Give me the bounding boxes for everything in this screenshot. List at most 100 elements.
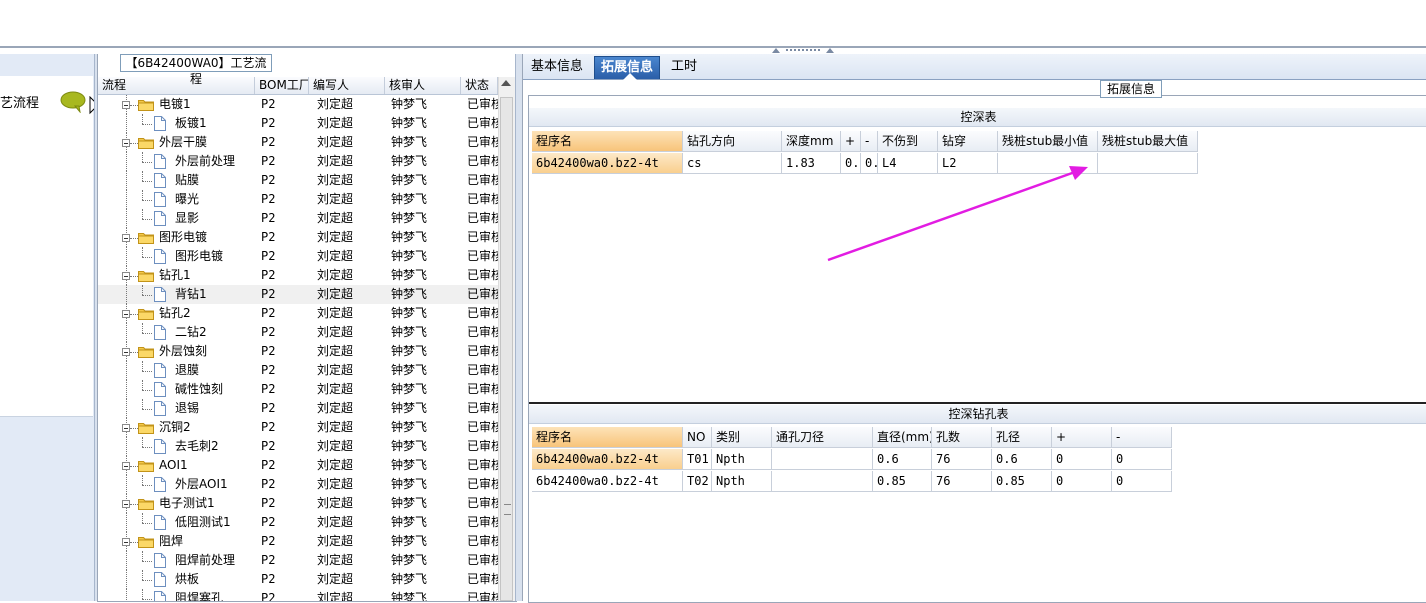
column-header-process[interactable]: 流程 (98, 77, 255, 94)
tree-row[interactable]: 碱性蚀刻 P2 刘定超 钟梦飞 已审核 (98, 380, 498, 399)
cell-minus[interactable]: 0 (1112, 449, 1172, 470)
tree-row[interactable]: 阻焊塞孔 P2 刘定超 钟梦飞 已审核 (98, 589, 498, 601)
column-header-stub-max[interactable]: 残桩stub最大值 (1098, 131, 1198, 152)
horizontal-splitter-grip-icon[interactable] (772, 47, 834, 54)
section-divider[interactable] (529, 402, 1426, 404)
collapse-toggle-icon[interactable] (122, 234, 130, 242)
cell-depth[interactable]: 1.83 (782, 153, 841, 174)
cell-category[interactable]: Npth (712, 471, 772, 492)
tree-row[interactable]: 阻焊前处理 P2 刘定超 钟梦飞 已审核 (98, 551, 498, 570)
cell-no[interactable]: T01 (683, 449, 712, 470)
tree-row[interactable]: 贴膜 P2 刘定超 钟梦飞 已审核 (98, 171, 498, 190)
collapse-toggle-icon[interactable] (122, 310, 130, 318)
tab-work-hours[interactable]: 工时 (665, 56, 703, 78)
column-header-hole-size[interactable]: 孔径 (992, 427, 1052, 448)
collapse-toggle-icon[interactable] (122, 462, 130, 470)
tab-basic-info[interactable]: 基本信息 (525, 56, 589, 78)
tree-row[interactable]: 沉铜2 P2 刘定超 钟梦飞 已审核 (98, 418, 498, 437)
column-header-diameter[interactable]: 直径(mm) (873, 427, 932, 448)
column-header-no[interactable]: NO (683, 427, 712, 448)
cell-no-damage-layer[interactable]: L4 (878, 153, 938, 174)
cell-program-name[interactable]: 6b42400wa0.bz2-4t (532, 471, 683, 492)
column-header-reviewer[interactable]: 核审人 (385, 77, 461, 94)
tree-row[interactable]: 电子测试1 P2 刘定超 钟梦飞 已审核 (98, 494, 498, 513)
bom-factory: P2 (261, 439, 276, 453)
column-header-program-name[interactable]: 程序名 (532, 131, 683, 152)
cell-through-hole-tool-diameter[interactable] (772, 449, 873, 470)
collapse-toggle-icon[interactable] (122, 272, 130, 280)
column-header-status[interactable]: 状态 (461, 77, 498, 94)
collapse-toggle-icon[interactable] (122, 500, 130, 508)
cell-stub-max[interactable] (1098, 153, 1198, 174)
column-header-category[interactable]: 类别 (712, 427, 772, 448)
tree-row[interactable]: 显影 P2 刘定超 钟梦飞 已审核 (98, 209, 498, 228)
tree-row[interactable]: 电镀1 P2 刘定超 钟梦飞 已审核 (98, 95, 498, 114)
tree-row[interactable]: 去毛刺2 P2 刘定超 钟梦飞 已审核 (98, 437, 498, 456)
column-header-writer[interactable]: 编写人 (309, 77, 385, 94)
writer: 刘定超 (317, 211, 354, 225)
cell-plus[interactable]: 0. (841, 153, 861, 174)
tree-row[interactable]: 曝光 P2 刘定超 钟梦飞 已审核 (98, 190, 498, 209)
collapse-toggle-icon[interactable] (122, 538, 130, 546)
collapse-toggle-icon[interactable] (122, 348, 130, 356)
vertical-scrollbar[interactable] (498, 77, 515, 601)
collapse-toggle-icon[interactable] (122, 424, 130, 432)
column-header-through-hole-tool-diameter[interactable]: 通孔刀径 (772, 427, 873, 448)
collapse-toggle-icon[interactable] (122, 101, 130, 109)
cell-diameter[interactable]: 0.6 (873, 449, 932, 470)
tree-row[interactable]: 二钻2 P2 刘定超 钟梦飞 已审核 (98, 323, 498, 342)
cell-program-name[interactable]: 6b42400wa0.bz2-4t (532, 449, 683, 470)
cell-hole-count[interactable]: 76 (932, 471, 992, 492)
column-header-minus[interactable]: - (861, 131, 878, 152)
cell-no[interactable]: T02 (683, 471, 712, 492)
cell-through-hole-tool-diameter[interactable] (772, 471, 873, 492)
tree-row[interactable]: 图形电镀 P2 刘定超 钟梦飞 已审核 (98, 228, 498, 247)
tree-row[interactable]: 外层AOI1 P2 刘定超 钟梦飞 已审核 (98, 475, 498, 494)
cell-minus[interactable]: 0 (1112, 471, 1172, 492)
column-header-no-damage-layer[interactable]: 不伤到 (878, 131, 938, 152)
column-header-plus[interactable]: + (1052, 427, 1112, 448)
cell-hole-size[interactable]: 0.6 (992, 449, 1052, 470)
tree-row[interactable]: 外层干膜 P2 刘定超 钟梦飞 已审核 (98, 133, 498, 152)
status: 已审核 (467, 135, 498, 149)
column-header-bom-factory[interactable]: BOM工厂 (255, 77, 309, 94)
tree-line (126, 152, 127, 171)
tree-row[interactable]: 钻孔1 P2 刘定超 钟梦飞 已审核 (98, 266, 498, 285)
tree-row[interactable]: 外层前处理 P2 刘定超 钟梦飞 已审核 (98, 152, 498, 171)
cell-plus[interactable]: 0 (1052, 449, 1112, 470)
scrollbar-thumb[interactable] (500, 97, 513, 601)
scroll-up-arrow-icon[interactable] (501, 80, 511, 86)
tree-row[interactable]: AOI1 P2 刘定超 钟梦飞 已审核 (98, 456, 498, 475)
column-header-stub-min[interactable]: 残桩stub最小值 (998, 131, 1098, 152)
column-header-minus[interactable]: - (1112, 427, 1172, 448)
cell-drill-direction[interactable]: cs (683, 153, 782, 174)
column-header-drill-direction[interactable]: 钻孔方向 (683, 131, 782, 152)
column-header-plus[interactable]: + (841, 131, 861, 152)
collapse-toggle-icon[interactable] (122, 139, 130, 147)
tree-row[interactable]: 阻焊 P2 刘定超 钟梦飞 已审核 (98, 532, 498, 551)
tree-row[interactable]: 低阻测试1 P2 刘定超 钟梦飞 已审核 (98, 513, 498, 532)
cell-diameter[interactable]: 0.85 (873, 471, 932, 492)
tree-row[interactable]: 背钻1 P2 刘定超 钟梦飞 已审核 (98, 285, 498, 304)
cell-minus[interactable]: 0. (861, 153, 878, 174)
tree-row[interactable]: 退膜 P2 刘定超 钟梦飞 已审核 (98, 361, 498, 380)
cell-category[interactable]: Npth (712, 449, 772, 470)
tree-row[interactable]: 外层蚀刻 P2 刘定超 钟梦飞 已审核 (98, 342, 498, 361)
tree-row[interactable]: 板镀1 P2 刘定超 钟梦飞 已审核 (98, 114, 498, 133)
column-header-depth[interactable]: 深度mm (782, 131, 841, 152)
cell-program-name[interactable]: 6b42400wa0.bz2-4t (532, 153, 683, 174)
tree-row[interactable]: 钻孔2 P2 刘定超 钟梦飞 已审核 (98, 304, 498, 323)
tree-row[interactable]: 烘板 P2 刘定超 钟梦飞 已审核 (98, 570, 498, 589)
tree-row[interactable]: 退锡 P2 刘定超 钟梦飞 已审核 (98, 399, 498, 418)
tree-row[interactable]: 图形电镀 P2 刘定超 钟梦飞 已审核 (98, 247, 498, 266)
column-header-hole-count[interactable]: 孔数 (932, 427, 992, 448)
nav-item-process[interactable]: 艺流程 (0, 86, 93, 114)
column-header-drill-through[interactable]: 钻穿 (938, 131, 998, 152)
cell-hole-count[interactable]: 76 (932, 449, 992, 470)
cell-hole-size[interactable]: 0.85 (992, 471, 1052, 492)
bom-factory: P2 (261, 211, 276, 225)
cell-stub-min[interactable] (998, 153, 1098, 174)
cell-drill-through[interactable]: L2 (938, 153, 998, 174)
cell-plus[interactable]: 0 (1052, 471, 1112, 492)
column-header-program-name[interactable]: 程序名 (532, 427, 683, 448)
